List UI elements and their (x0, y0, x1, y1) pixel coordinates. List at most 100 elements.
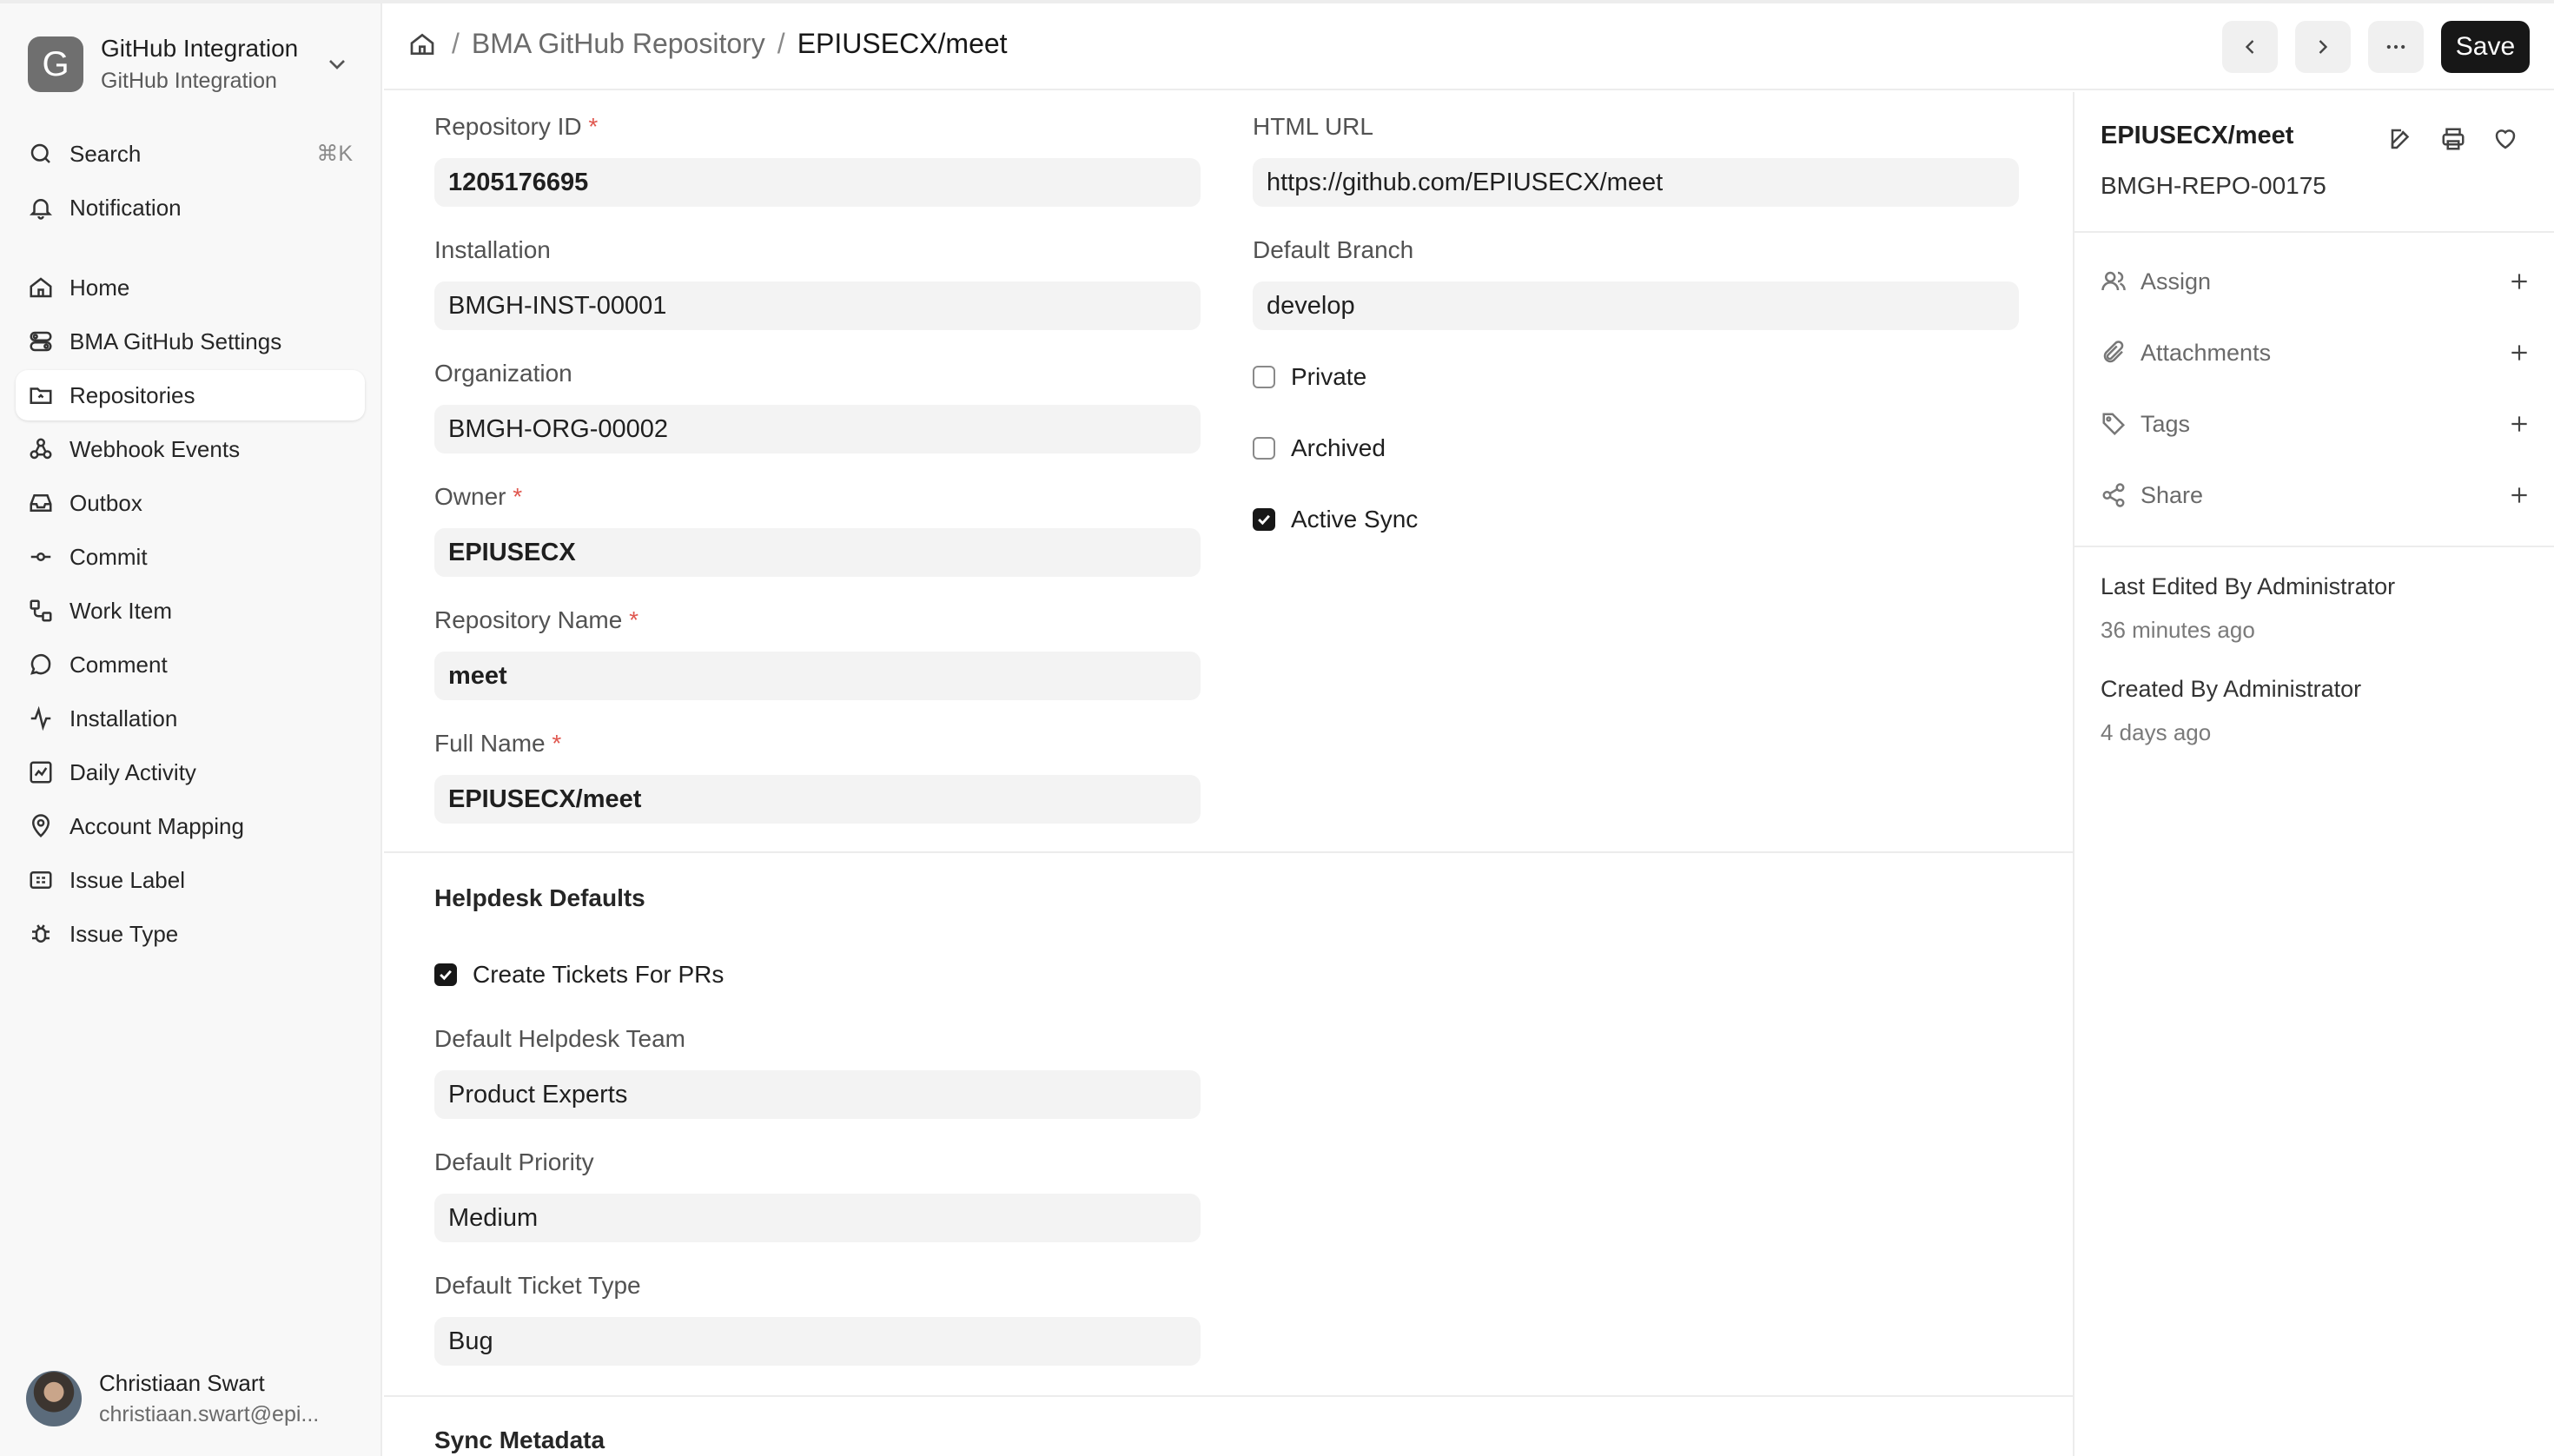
sidebar-item-comment[interactable]: Comment (16, 639, 365, 690)
sidebar-item-label: Comment (69, 651, 168, 678)
sidebar-item-webhook-events[interactable]: Webhook Events (16, 424, 365, 474)
form-area: Repository ID * 1205176695 Installation … (384, 92, 2073, 1456)
activity-icon (26, 704, 56, 733)
private-checkbox[interactable] (1253, 366, 1275, 388)
webhook-icon (26, 434, 56, 464)
plus-icon[interactable] (2504, 337, 2535, 368)
settings-toggle-icon (26, 327, 56, 356)
private-label: Private (1291, 363, 1367, 390)
owner-label: Owner * (434, 483, 523, 510)
plus-icon[interactable] (2504, 480, 2535, 511)
chevron-right-icon (2319, 40, 2328, 54)
repository-name-field[interactable]: meet (434, 652, 1201, 700)
page-header: / BMA GitHub Repository / EPIUSECX/meet … (384, 3, 2554, 90)
save-button[interactable]: Save (2441, 21, 2530, 73)
more-actions-button[interactable] (2368, 21, 2424, 73)
app-logo: G (28, 36, 83, 92)
more-icon (2386, 44, 2405, 50)
sidebar: G GitHub Integration GitHub Integration … (0, 3, 382, 1456)
comment-icon (26, 650, 56, 679)
share-label: Share (2140, 481, 2204, 508)
sidebar-item-label: Home (69, 274, 130, 301)
print-icon[interactable] (2436, 122, 2471, 156)
sidebar-notification[interactable]: Notification (16, 182, 365, 233)
sidebar-item-label: Repositories (69, 381, 195, 408)
home-icon[interactable] (408, 29, 440, 60)
next-button[interactable] (2295, 21, 2351, 73)
assign-label: Assign (2140, 268, 2212, 295)
edit-icon[interactable] (2384, 122, 2418, 156)
repository-id-field[interactable]: 1205176695 (434, 158, 1201, 207)
default-branch-field[interactable]: develop (1253, 281, 2019, 330)
create-tickets-label: Create Tickets For PRs (473, 961, 725, 988)
panel-doc-id: BMGH-REPO-00175 (2101, 172, 2326, 199)
sidebar-item-installation[interactable]: Installation (16, 693, 365, 744)
active-sync-checkbox[interactable] (1253, 508, 1275, 531)
paperclip-icon (2103, 341, 2124, 363)
ticket-type-field[interactable]: Bug (434, 1317, 1201, 1366)
private-checkbox-row[interactable]: Private (1253, 363, 1366, 391)
installation-label: Installation (434, 236, 551, 263)
archived-checkbox[interactable] (1253, 437, 1275, 460)
search-shortcut: ⌘K (316, 142, 353, 166)
check-icon (440, 970, 452, 981)
tags-row[interactable]: Tags (2101, 403, 2535, 445)
sidebar-item-issue-type[interactable]: Issue Type (16, 909, 365, 959)
created-time: 4 days ago (2101, 719, 2212, 745)
sidebar-item-label: Daily Activity (69, 758, 196, 785)
repository-id-label: Repository ID * (434, 113, 599, 140)
sidebar-search[interactable]: Search ⌘K (16, 129, 365, 179)
panel-divider (2074, 231, 2554, 233)
breadcrumb-parent-link[interactable]: BMA GitHub Repository (472, 28, 765, 60)
active-sync-checkbox-row[interactable]: Active Sync (1253, 506, 1418, 533)
sidebar-item-label: Issue Type (69, 920, 179, 947)
active-sync-label: Active Sync (1291, 506, 1419, 533)
app-title: GitHub Integration (101, 35, 299, 62)
commit-icon (26, 542, 56, 572)
document-side-panel: EPIUSECX/meet BMGH-REPO-00175 Assign Att… (2073, 92, 2554, 1456)
check-icon (1258, 514, 1270, 526)
heart-icon[interactable] (2488, 122, 2523, 156)
inbox-icon (26, 488, 56, 518)
sidebar-item-repositories[interactable]: Repositories (16, 370, 365, 420)
sidebar-item-label: Installation (69, 705, 178, 731)
last-edited-text: Last Edited By Administrator (2101, 573, 2396, 599)
sidebar-item-label: Issue Label (69, 866, 185, 893)
sidebar-item-account-mapping[interactable]: Account Mapping (16, 801, 365, 851)
previous-button[interactable] (2222, 21, 2278, 73)
helpdesk-team-label: Default Helpdesk Team (434, 1025, 685, 1052)
home-icon (26, 273, 56, 302)
sidebar-item-home[interactable]: Home (16, 262, 365, 313)
chevron-left-icon (2245, 40, 2254, 54)
create-tickets-checkbox[interactable] (434, 963, 457, 986)
helpdesk-team-field[interactable]: Product Experts (434, 1070, 1201, 1119)
create-tickets-checkbox-row[interactable]: Create Tickets For PRs (434, 961, 724, 989)
tag-icon (2102, 413, 2126, 436)
full-name-field[interactable]: EPIUSECX/meet (434, 775, 1201, 824)
html-url-field[interactable]: https://github.com/EPIUSECX/meet (1253, 158, 2019, 207)
user-menu[interactable]: Christiaan Swart christiaan.swart@epi... (26, 1366, 365, 1432)
attachments-row[interactable]: Attachments (2101, 332, 2535, 374)
sidebar-item-work-item[interactable]: Work Item (16, 586, 365, 636)
share-row[interactable]: Share (2101, 474, 2535, 516)
plus-icon[interactable] (2504, 266, 2535, 297)
sidebar-item-commit[interactable]: Commit (16, 532, 365, 582)
installation-field[interactable]: BMGH-INST-00001 (434, 281, 1201, 330)
app-switcher[interactable]: G GitHub Integration GitHub Integration (16, 23, 363, 106)
map-pin-icon (26, 811, 56, 841)
user-email: christiaan.swart@epi... (99, 1402, 320, 1426)
archived-checkbox-row[interactable]: Archived (1253, 434, 1386, 462)
breadcrumb-separator: / (777, 28, 785, 59)
chart-icon (26, 758, 56, 787)
sidebar-item-outbox[interactable]: Outbox (16, 478, 365, 528)
assign-row[interactable]: Assign (2101, 261, 2535, 302)
sidebar-item-issue-label[interactable]: Issue Label (16, 855, 365, 905)
organization-field[interactable]: BMGH-ORG-00002 (434, 405, 1201, 453)
priority-field[interactable]: Medium (434, 1194, 1201, 1242)
owner-field[interactable]: EPIUSECX (434, 528, 1201, 577)
section-divider (384, 851, 2073, 853)
plus-icon[interactable] (2504, 408, 2535, 440)
default-branch-label: Default Branch (1253, 236, 1414, 263)
sidebar-item-bma-github-settings[interactable]: BMA GitHub Settings (16, 316, 365, 367)
sidebar-item-daily-activity[interactable]: Daily Activity (16, 747, 365, 797)
